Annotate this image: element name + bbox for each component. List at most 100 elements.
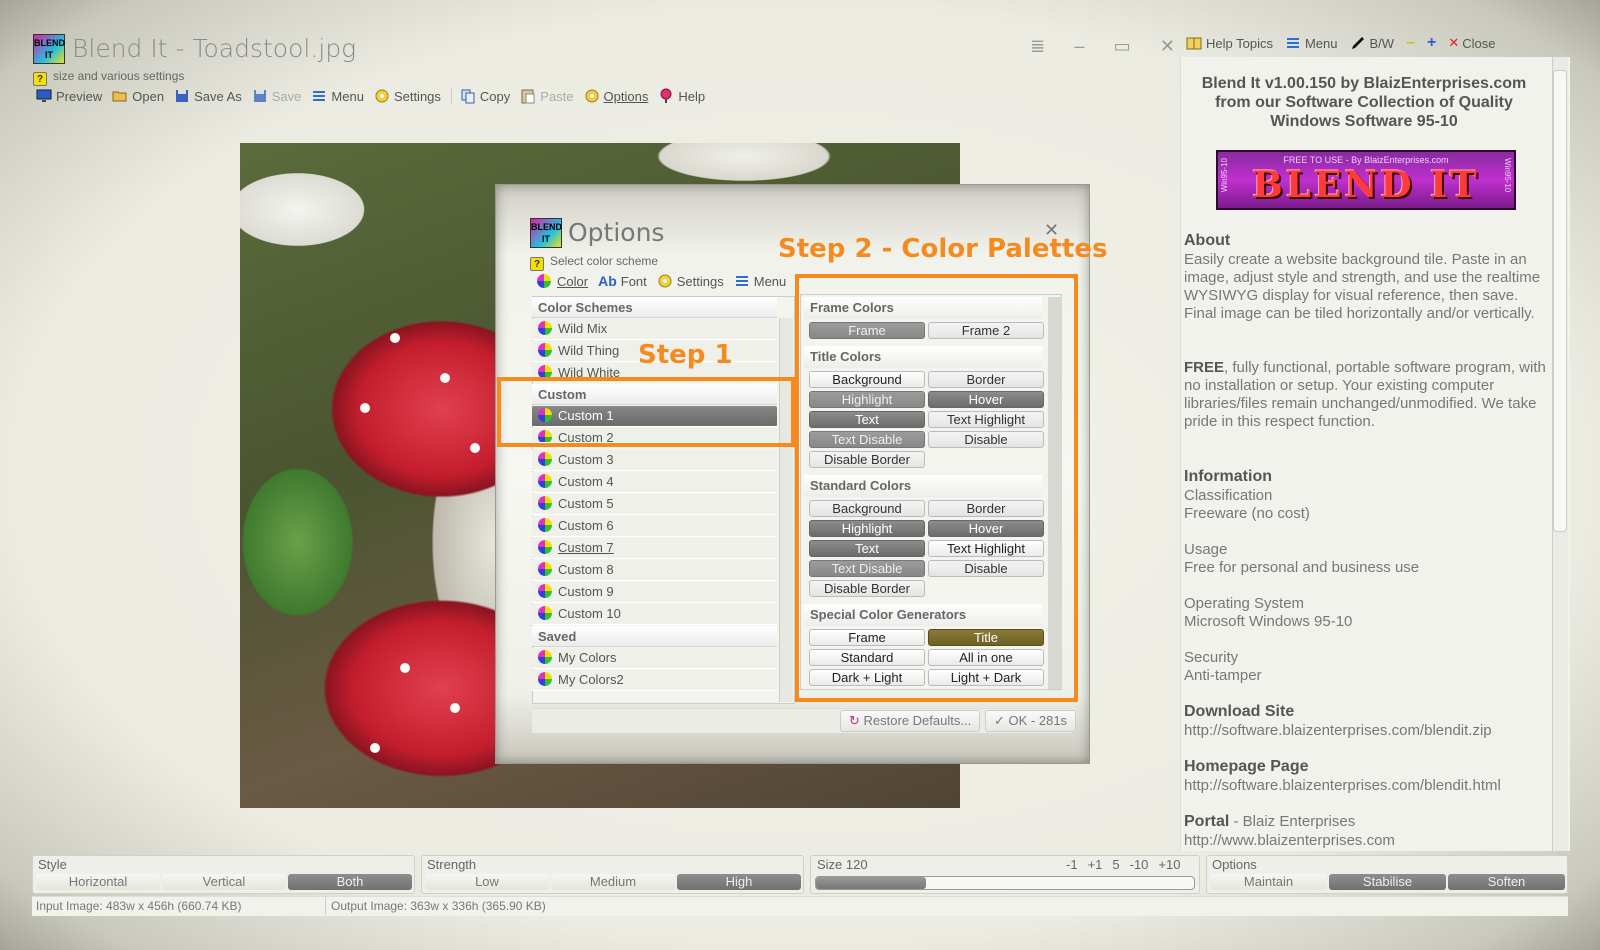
- homepage-link[interactable]: http://software.blaizenterprises.com/ble…: [1184, 777, 1501, 794]
- color-wheel-icon: [538, 650, 552, 664]
- list-item[interactable]: Custom 8: [532, 560, 777, 581]
- option-maintain-button[interactable]: Maintain: [1210, 874, 1327, 890]
- floppy-icon: [253, 90, 266, 102]
- ok-button[interactable]: ✓ OK - 281s: [985, 710, 1077, 732]
- download-link[interactable]: http://software.blaizenterprises.com/ble…: [1184, 722, 1492, 739]
- style-label: Style: [38, 857, 67, 872]
- list-item[interactable]: Custom 7: [532, 538, 777, 559]
- close-button[interactable]: ✕: [1160, 36, 1175, 57]
- close-icon: ✕: [1448, 35, 1460, 50]
- tab-font[interactable]: Ab Font: [598, 273, 647, 289]
- strength-low-button[interactable]: Low: [425, 874, 549, 890]
- list-item[interactable]: Custom 10: [532, 604, 777, 625]
- maximize-button[interactable]: ▭: [1114, 36, 1131, 57]
- size-5-button[interactable]: 5: [1112, 857, 1119, 872]
- strength-medium-button[interactable]: Medium: [551, 874, 675, 890]
- tab-settings[interactable]: Settings: [657, 273, 724, 289]
- usage-label: Usage: [1184, 541, 1228, 558]
- gear-icon: [658, 274, 672, 288]
- size-plus-1-button[interactable]: +1: [1088, 857, 1103, 872]
- scheme-list-scrollbar[interactable]: [779, 318, 793, 702]
- list-menu-icon: [313, 91, 326, 101]
- size-minus-10-button[interactable]: -10: [1130, 857, 1149, 872]
- list-menu-icon: [735, 276, 748, 286]
- save-button[interactable]: Save: [252, 88, 301, 104]
- bw-button[interactable]: B/W: [1350, 35, 1395, 51]
- about-text: Easily create a website background tile.…: [1184, 251, 1541, 322]
- options-label: Options: [1212, 857, 1257, 872]
- list-item[interactable]: Custom 6: [532, 516, 777, 537]
- copy-icon: [461, 89, 475, 104]
- help-topics-button[interactable]: Help Topics: [1186, 35, 1273, 51]
- step2-label: Step 2 - Color Palettes: [778, 234, 1108, 264]
- step2-highlight-box: [795, 274, 1078, 702]
- floppy-icon: [176, 90, 189, 102]
- zoom-in-button[interactable]: +: [1427, 34, 1436, 52]
- about-title: About: [1184, 232, 1231, 249]
- color-wheel-icon: [538, 496, 552, 510]
- style-vertical-button[interactable]: Vertical: [162, 874, 286, 890]
- list-item[interactable]: My Colors2: [532, 670, 777, 691]
- scheme-label: Wild Mix: [558, 321, 608, 336]
- restore-label: Restore Defaults...: [863, 713, 972, 728]
- copy-label: Copy: [479, 88, 511, 104]
- color-wheel-icon: [538, 518, 552, 532]
- dialog-logo: BLEND IT: [530, 218, 562, 248]
- help-heading-line: Blend It v1.00.150 by BlaizEnterprises.c…: [1201, 75, 1527, 92]
- copy-button[interactable]: Copy: [460, 88, 510, 104]
- help-menu-button[interactable]: Menu: [1285, 35, 1338, 51]
- main-toolbar: Preview Open Save As Save Menu Settings …: [36, 86, 715, 106]
- save-as-label: Save As: [194, 88, 242, 104]
- settings-button[interactable]: Settings: [374, 88, 441, 104]
- information-title: Information: [1184, 468, 1272, 485]
- help-button[interactable]: Help: [658, 88, 705, 104]
- strength-high-button[interactable]: High: [677, 874, 801, 890]
- zoom-out-button[interactable]: –: [1406, 34, 1415, 52]
- option-soften-button[interactable]: Soften: [1448, 874, 1565, 890]
- minimize-button[interactable]: –: [1074, 36, 1084, 57]
- output-image-status: Output Image: 363w x 336h (365.90 KB): [331, 899, 546, 913]
- portal-link[interactable]: http://www.blaizenterprises.com: [1184, 832, 1395, 849]
- list-item[interactable]: Custom 3: [532, 450, 777, 471]
- scheme-label: Custom 10: [558, 606, 621, 621]
- list-item[interactable]: Custom 5: [532, 494, 777, 515]
- help-toolbar: Help Topics Menu B/W – + ✕ Close: [1186, 34, 1507, 52]
- bw-label: B/W: [1369, 35, 1395, 51]
- help-heading-line: from our Software Collection of Quality: [1215, 94, 1513, 111]
- list-item[interactable]: Custom 4: [532, 472, 777, 493]
- list-item[interactable]: Wild Mix: [532, 319, 777, 340]
- option-stabilise-button[interactable]: Stabilise: [1329, 874, 1446, 890]
- style-horizontal-button[interactable]: Horizontal: [36, 874, 160, 890]
- tab-menu[interactable]: Menu: [734, 273, 786, 289]
- scheme-label: Custom 4: [558, 474, 614, 489]
- list-item[interactable]: Custom 9: [532, 582, 777, 603]
- menu-icon[interactable]: ≣: [1030, 36, 1045, 57]
- gear-icon: [375, 89, 389, 103]
- open-label: Open: [132, 88, 165, 104]
- paste-button[interactable]: Paste: [520, 88, 574, 104]
- list-menu-icon: [1286, 38, 1299, 48]
- restore-defaults-button[interactable]: ↻ Restore Defaults...: [840, 710, 981, 732]
- help-close-button[interactable]: ✕ Close: [1448, 35, 1495, 51]
- options-button[interactable]: Options: [584, 88, 648, 104]
- color-wheel-icon: [538, 321, 552, 335]
- style-both-button[interactable]: Both: [288, 874, 412, 890]
- size-plus-10-button[interactable]: +10: [1158, 857, 1180, 872]
- help-topics-label: Help Topics: [1206, 35, 1273, 51]
- download-title: Download Site: [1184, 703, 1295, 720]
- book-icon: [1186, 37, 1202, 50]
- tab-color[interactable]: Color: [537, 273, 588, 289]
- save-as-button[interactable]: Save As: [174, 88, 242, 104]
- help-question-icon: ?: [530, 257, 544, 271]
- size-slider[interactable]: [815, 876, 1195, 890]
- menu-button[interactable]: Menu: [311, 88, 364, 104]
- list-item[interactable]: My Colors: [532, 648, 777, 669]
- help-close-label: Close: [1462, 35, 1496, 51]
- size-minus-1-button[interactable]: -1: [1066, 857, 1078, 872]
- preview-button[interactable]: Preview: [36, 88, 102, 104]
- ok-label: OK - 281s: [1008, 713, 1068, 728]
- dialog-subtitle-text: Select color scheme: [550, 254, 659, 268]
- toolbar-divider: [450, 88, 452, 104]
- open-button[interactable]: Open: [112, 88, 164, 104]
- help-scrollbar-thumb[interactable]: [1553, 70, 1567, 532]
